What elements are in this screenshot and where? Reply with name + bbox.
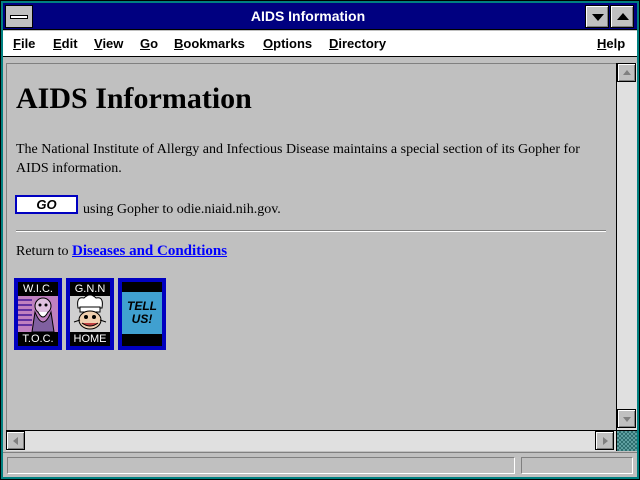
tell-us-button[interactable]: TELL US!	[118, 278, 166, 350]
arrow-left-icon	[13, 437, 18, 445]
scroll-up-button[interactable]	[617, 63, 636, 82]
menu-edit[interactable]: Edit	[53, 31, 78, 57]
wic-toc-icon: W.I.C. T.O.C.	[18, 282, 58, 346]
title-bar[interactable]: AIDS Information	[3, 3, 637, 30]
go-description: using Gopher to odie.niaid.nih.gov.	[83, 202, 281, 217]
maximize-button[interactable]	[610, 5, 634, 28]
go-button[interactable]: GO	[15, 195, 78, 214]
arrow-down-icon	[623, 417, 631, 422]
status-bar	[3, 452, 637, 477]
home-label: HOME	[73, 333, 107, 345]
menu-view[interactable]: View	[94, 31, 123, 57]
return-prefix: Return to	[16, 244, 69, 259]
intro-paragraph: The National Institute of Allergy and In…	[16, 142, 580, 176]
scroll-down-button[interactable]	[617, 409, 636, 428]
arrow-right-icon	[603, 437, 608, 445]
status-text-field	[7, 457, 515, 474]
menu-go[interactable]: Go	[140, 31, 158, 57]
system-menu-icon	[10, 15, 28, 19]
minimize-button[interactable]	[585, 5, 609, 28]
return-line: Return to Diseases and Conditions	[16, 243, 227, 260]
wic-toc-button[interactable]: W.I.C. T.O.C.	[14, 278, 62, 350]
horizontal-rule	[16, 230, 606, 232]
menu-bar: File Edit View Go Bookmarks Options Dire…	[3, 31, 637, 57]
diseases-and-conditions-link[interactable]: Diseases and Conditions	[72, 243, 227, 259]
vertical-scrollbar[interactable]	[616, 63, 637, 430]
maximize-icon	[617, 13, 629, 20]
window-title: AIDS Information	[250, 8, 366, 24]
scroll-left-button[interactable]	[6, 431, 25, 450]
horizontal-scrollbar[interactable]	[6, 430, 616, 451]
arrow-up-icon	[623, 70, 631, 75]
menu-file[interactable]: File	[13, 31, 35, 57]
tell-us-icon: TELL US!	[122, 282, 162, 346]
minimize-icon	[592, 14, 604, 21]
tell-us-label: TELL US!	[127, 299, 157, 326]
toc-label: T.O.C.	[22, 333, 54, 345]
size-grip[interactable]	[616, 430, 637, 451]
system-menu-button[interactable]	[5, 5, 33, 28]
menu-directory[interactable]: Directory	[329, 31, 386, 57]
gnn-home-icon: G.N.N HOME	[70, 282, 110, 346]
scroll-right-button[interactable]	[595, 431, 614, 450]
progress-field	[521, 457, 633, 474]
gnn-home-button[interactable]: G.N.N HOME	[66, 278, 114, 350]
document-view: AIDS Information The National Institute …	[6, 63, 616, 430]
menu-options[interactable]: Options	[263, 31, 312, 57]
page-heading: AIDS Information	[16, 82, 252, 115]
menu-help[interactable]: Help	[597, 31, 625, 57]
menu-bookmarks[interactable]: Bookmarks	[174, 31, 245, 57]
